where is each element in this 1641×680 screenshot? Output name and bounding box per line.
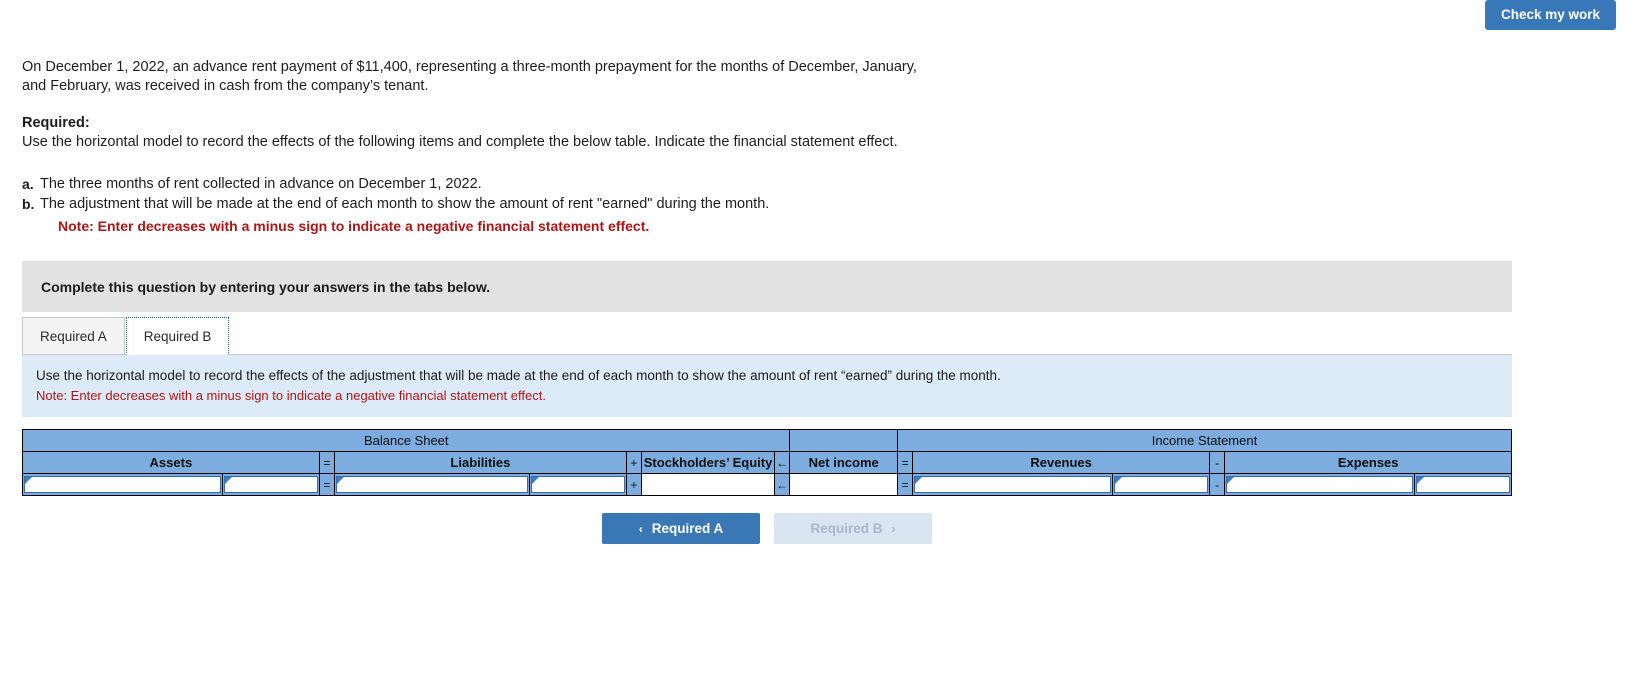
col-header-assets: Assets: [22, 451, 320, 474]
cell-expenses-left[interactable]: [1224, 473, 1415, 496]
question-content: On December 1, 2022, an advance rent pay…: [21, 58, 1618, 544]
input-assets-left[interactable]: [24, 476, 221, 493]
operator-minus-1: -: [1208, 451, 1226, 474]
tab-navigation: ‹ Required A Required B ›: [22, 513, 1512, 544]
check-my-work-button[interactable]: Check my work: [1484, 0, 1616, 30]
cell-revenues-right[interactable]: [1111, 473, 1211, 496]
input-liabilities-left[interactable]: [336, 476, 528, 493]
previous-required-a-button[interactable]: ‹ Required A: [602, 513, 760, 544]
minus-sign-note: Note: Enter decreases with a minus sign …: [58, 218, 650, 234]
input-assets-right[interactable]: [223, 476, 318, 493]
operator-plus-1: +: [625, 451, 643, 474]
chevron-right-icon: ›: [891, 521, 896, 536]
row-operator-arrow-left: ←: [774, 473, 791, 496]
input-revenues-left[interactable]: [914, 476, 1111, 493]
item-b-marker: b.: [22, 196, 35, 212]
required-heading: Required:: [22, 115, 90, 131]
required-description: Use the horizontal model to record the e…: [22, 134, 898, 150]
col-header-net-income: Net income: [789, 451, 898, 474]
col-header-expenses: Expenses: [1224, 451, 1512, 474]
cell-expenses-right[interactable]: [1413, 473, 1513, 496]
input-liabilities-right[interactable]: [530, 476, 625, 493]
tab-required-b-label: Required B: [143, 328, 212, 344]
table-column-header-row: Assets = Liabilities + Stockholders’ Equ…: [22, 451, 1512, 474]
row-operator-equals-2: =: [896, 473, 914, 496]
input-expenses-right[interactable]: [1415, 476, 1510, 493]
item-a-marker: a.: [22, 176, 34, 192]
requirement-item-a: a. The three months of rent collected in…: [22, 174, 1618, 194]
input-expenses-left[interactable]: [1226, 476, 1413, 493]
tab-instruction-text: Use the horizontal model to record the e…: [36, 368, 1001, 383]
group-header-income-statement: Income Statement: [896, 429, 1513, 452]
cell-assets-right[interactable]: [221, 473, 320, 496]
cell-assets-left[interactable]: [22, 473, 223, 496]
top-toolbar: Check my work: [0, 0, 1641, 30]
row-operator-plus-1: +: [625, 473, 643, 496]
complete-question-bar: Complete this question by entering your …: [22, 261, 1512, 312]
cell-net-income[interactable]: [789, 473, 898, 496]
question-prompt-paragraph: On December 1, 2022, an advance rent pay…: [22, 59, 917, 94]
cell-revenues-left[interactable]: [912, 473, 1113, 496]
group-header-balance-sheet: Balance Sheet: [21, 429, 791, 452]
tabs-bar: Required A Required B: [22, 316, 1618, 355]
cell-liabilities-right[interactable]: [528, 473, 627, 496]
col-header-liabilities: Liabilities: [334, 451, 627, 474]
table-group-header-row: Balance Sheet Income Statement: [21, 429, 1513, 452]
row-operator-minus-1: -: [1208, 473, 1226, 496]
tab-required-a[interactable]: Required A: [22, 317, 125, 355]
table-input-row: = + ← = -: [22, 473, 1513, 496]
requirement-items: a. The three months of rent collected in…: [22, 174, 1618, 236]
complete-question-text: Complete this question by entering your …: [41, 278, 491, 295]
row-operator-equals-1: =: [318, 473, 336, 496]
chevron-left-icon: ‹: [638, 521, 643, 536]
operator-arrow-left: ←: [774, 451, 791, 474]
horizontal-model-table: Balance Sheet Income Statement Assets = …: [21, 429, 1513, 496]
tab-instruction-band: Use the horizontal model to record the e…: [22, 355, 1512, 417]
item-b-text: The adjustment that will be made at the …: [40, 196, 770, 212]
input-revenues-right[interactable]: [1113, 476, 1208, 493]
group-header-spacer: [789, 429, 898, 452]
col-header-stockholders-equity: Stockholders’ Equity: [641, 451, 776, 474]
col-header-revenues: Revenues: [912, 451, 1210, 474]
tab-required-a-label: Required A: [40, 328, 107, 344]
next-required-b-button[interactable]: Required B ›: [774, 513, 932, 544]
operator-equals-1: =: [318, 451, 336, 474]
required-block: Required: Use the horizontal model to re…: [22, 114, 927, 152]
previous-button-label: Required A: [651, 521, 724, 536]
cell-liabilities-left[interactable]: [334, 473, 530, 496]
tab-instruction-note: Note: Enter decreases with a minus sign …: [36, 388, 546, 403]
next-button-label: Required B: [810, 521, 883, 536]
operator-equals-2: =: [896, 451, 914, 474]
item-a-text: The three months of rent collected in ad…: [40, 176, 482, 192]
tab-required-b[interactable]: Required B: [125, 317, 230, 355]
requirement-item-b: b. The adjustment that will be made at t…: [22, 194, 1618, 214]
cell-stockholders-equity[interactable]: [641, 473, 776, 496]
